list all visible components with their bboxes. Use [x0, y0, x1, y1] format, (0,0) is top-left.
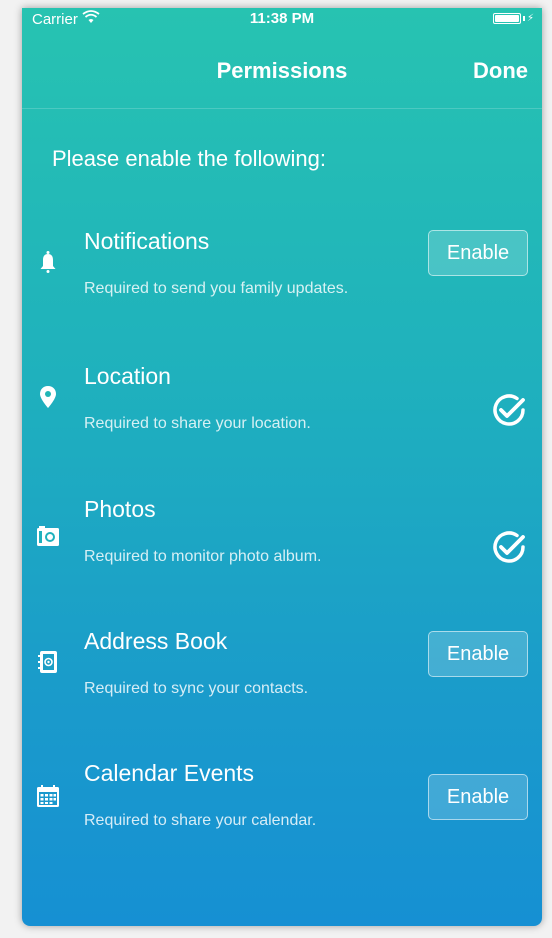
permission-row-photos: Photos Required to monitor photo album.: [22, 496, 542, 606]
permission-title: Notifications: [84, 228, 210, 254]
permission-description: Required to sync your contacts.: [84, 680, 309, 697]
permission-description: Required to send you family updates.: [84, 280, 349, 297]
checkmark-circle-icon: [490, 391, 528, 429]
permission-title: Photos: [84, 496, 156, 522]
permission-description: Required to monitor photo album.: [84, 548, 322, 565]
location-pin-icon: [36, 385, 60, 409]
permission-description: Required to share your calendar.: [84, 812, 317, 829]
calendar-icon: [36, 784, 60, 808]
enable-calendar-button[interactable]: Enable: [428, 774, 528, 820]
permission-row-calendar: Calendar Events Required to share your c…: [22, 760, 542, 870]
battery-icon: ⚡: [492, 13, 534, 24]
intro-text: Please enable the following:: [52, 146, 326, 171]
permission-title: Location: [84, 363, 171, 389]
status-time: 11:38 PM: [249, 10, 315, 27]
permission-title: Calendar Events: [84, 760, 255, 786]
permission-row-notifications: Notifications Required to send you famil…: [22, 228, 542, 338]
camera-icon: [36, 524, 60, 548]
permission-row-location: Location Required to share your location…: [22, 363, 542, 473]
enable-address-book-button[interactable]: Enable: [428, 631, 528, 677]
permission-description: Required to share your location.: [84, 415, 311, 432]
address-book-icon: [36, 650, 60, 674]
permission-row-address-book: Address Book Required to sync your conta…: [22, 628, 542, 738]
charging-bolt-icon: ⚡: [526, 13, 534, 24]
page-title: Permissions: [216, 58, 348, 83]
permission-title: Address Book: [84, 628, 228, 654]
enable-notifications-button[interactable]: Enable: [428, 230, 528, 276]
done-button[interactable]: Done: [473, 58, 528, 84]
checkmark-circle-icon: [490, 528, 528, 566]
app-screen: Carrier 11:38 PM ⚡ Permissions Done Plea…: [22, 8, 542, 926]
status-bar: Carrier 11:38 PM ⚡: [22, 8, 542, 32]
navigation-bar: Permissions Done: [22, 32, 542, 109]
bell-icon: [36, 250, 60, 274]
